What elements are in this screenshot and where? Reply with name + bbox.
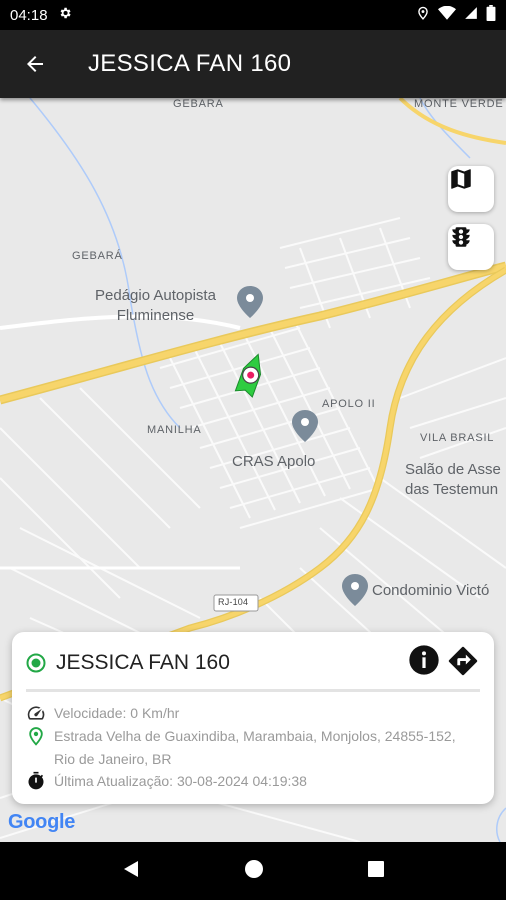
location-icon [416,5,430,25]
system-nav-bar [0,842,506,900]
vehicle-name: JESSICA FAN 160 [56,651,230,674]
map-label-gebara: GEBARÁ [72,250,123,262]
square-recents-icon [367,860,384,877]
wifi-icon [438,5,456,24]
back-button[interactable] [0,30,70,98]
address-row: Estrada Velha de Guaxindiba, Marambaia, … [26,725,480,771]
speed-row: Velocidade: 0 Km/hr [26,702,480,725]
info-icon [409,644,439,675]
poi-label-salao[interactable]: Salão de Asse das Testemun [405,460,501,500]
online-status-icon [26,653,46,673]
nav-recents-button[interactable] [367,860,385,883]
status-time: 04:18 [10,6,48,24]
google-logo: Google [8,811,76,833]
directions-button[interactable] [446,644,480,683]
traffic-button[interactable] [448,224,494,270]
address-text: Estrada Velha de Guaxindiba, Marambaia, … [54,728,456,767]
vehicle-info-card[interactable]: JESSICA FAN 160 Velocidade: 0 Km/hr Estr… [12,632,494,804]
triangle-back-icon [124,860,139,877]
card-divider [26,689,480,692]
nav-back-button[interactable] [121,859,141,884]
battery-icon [486,5,496,25]
nav-home-button[interactable] [244,859,264,884]
updated-text: Última Atualização: 30-08-2024 04:19:38 [54,773,307,789]
map-icon [451,169,471,189]
settings-gear-icon [58,6,72,24]
app-bar: JESSICA FAN 160 [0,30,506,98]
map-type-button[interactable] [448,166,494,212]
map-label-apolo: APOLO II [322,398,376,410]
stopwatch-icon [28,771,44,790]
map-label-monte-verde: MONTE VERDE [414,98,504,110]
map-label-gebara-top: GEBARA [173,98,224,110]
directions-icon [448,646,478,675]
map-label-manilha: MANILHA [147,424,202,436]
traffic-light-icon [452,227,470,247]
page-title: JESSICA FAN 160 [88,50,292,77]
card-header: JESSICA FAN 160 [26,644,480,678]
speed-text: Velocidade: 0 Km/hr [54,705,180,721]
circle-home-icon [244,859,263,878]
updated-row: Última Atualização: 30-08-2024 04:19:38 [26,770,480,793]
poi-label-pedagio[interactable]: Pedágio Autopista Fluminense [95,286,216,326]
cell-signal-icon [464,6,478,24]
info-button[interactable] [408,644,440,683]
location-pin-icon [29,727,43,746]
poi-label-cras[interactable]: CRAS Apolo [232,452,315,472]
speedometer-icon [27,706,45,720]
status-bar: 04:18 [0,0,506,30]
road-shield-label: RJ-104 [218,597,249,607]
poi-label-condominio[interactable]: Condominio Victó [372,581,489,601]
arrow-back-icon [27,56,43,72]
map-label-vila-brasil: VILA BRASIL [420,432,495,444]
